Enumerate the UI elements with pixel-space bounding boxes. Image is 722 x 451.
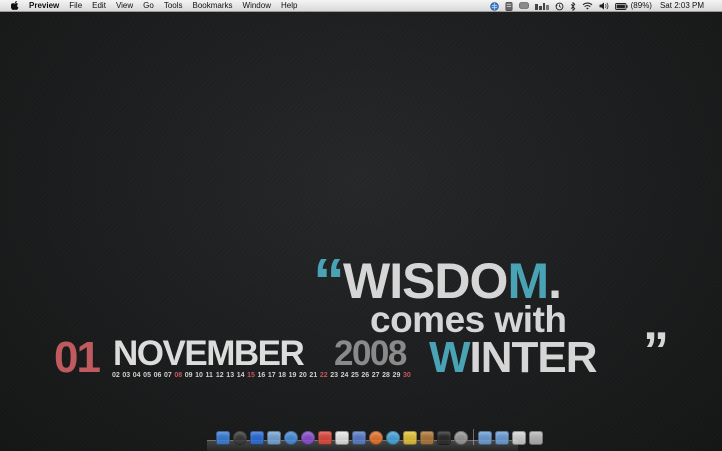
stickies-icon[interactable] xyxy=(403,431,417,445)
calendar-date: 27 xyxy=(371,372,380,379)
bluetooth-icon[interactable] xyxy=(570,0,576,12)
gmail-icon[interactable] xyxy=(318,431,332,445)
dock-separator xyxy=(473,429,474,445)
menu-bar: Preview File Edit View Go Tools Bookmark… xyxy=(0,0,722,12)
ical-icon[interactable] xyxy=(335,431,349,445)
downloads-folder-icon[interactable] xyxy=(495,431,509,445)
mail-icon[interactable] xyxy=(267,431,281,445)
menu-tools[interactable]: Tools xyxy=(164,0,183,12)
calendar-date: 15 xyxy=(247,372,255,379)
calendar-date: 06 xyxy=(153,372,162,379)
wallpaper-close-quote: ” xyxy=(643,322,669,380)
trash-icon[interactable] xyxy=(529,431,543,445)
terminal-icon[interactable] xyxy=(437,431,451,445)
calendar-date: 30 xyxy=(402,372,411,379)
dock-icons xyxy=(216,429,546,445)
menu-file[interactable]: File xyxy=(69,0,82,12)
calendar-date: 10 xyxy=(195,372,203,379)
calendar-date: 02 xyxy=(112,372,120,379)
apple-menu[interactable] xyxy=(10,1,20,10)
calendar-date: 03 xyxy=(122,372,131,379)
menu-app-name[interactable]: Preview xyxy=(29,0,59,12)
calendar-date: 28 xyxy=(382,372,390,379)
wallpaper-winter: WINTER xyxy=(429,333,598,382)
calendar-date: 23 xyxy=(330,372,338,379)
calendar-date: 14 xyxy=(236,372,245,379)
xcode-icon[interactable] xyxy=(352,431,366,445)
battery-icon[interactable] xyxy=(614,0,628,12)
app-store-icon[interactable] xyxy=(250,431,264,445)
dashboard-icon[interactable] xyxy=(233,431,247,445)
wallpaper-year: 2008 xyxy=(334,334,407,373)
calendar-date: 17 xyxy=(267,372,276,379)
desktop: Preview File Edit View Go Tools Bookmark… xyxy=(0,0,722,451)
menu-clock[interactable]: Sat 2:03 PM xyxy=(660,0,704,12)
itunes-icon[interactable] xyxy=(386,431,400,445)
menu-go[interactable]: Go xyxy=(143,0,154,12)
menu-window[interactable]: Window xyxy=(243,0,271,12)
applications-folder-icon[interactable] xyxy=(478,431,492,445)
menu-edit[interactable]: Edit xyxy=(92,0,106,12)
cpu-meter-icon[interactable] xyxy=(534,0,549,12)
calendar-date: 08 xyxy=(174,372,183,379)
calendar-date: 22 xyxy=(319,372,328,379)
wallpaper-open-quote: “ xyxy=(313,245,345,317)
time-machine-icon[interactable] xyxy=(555,0,564,12)
calendar-date: 09 xyxy=(184,372,193,379)
wallpaper-month: NOVEMBER xyxy=(113,334,305,373)
calendar-date: 26 xyxy=(361,372,370,379)
wallpaper-winter-accent: W xyxy=(429,333,471,382)
wifi-icon[interactable] xyxy=(582,0,593,12)
calendar-date: 21 xyxy=(309,372,318,379)
menu-view[interactable]: View xyxy=(116,0,133,12)
calendar-date: 25 xyxy=(350,372,359,379)
calendar-date: 12 xyxy=(215,372,224,379)
ichat-icon[interactable] xyxy=(301,431,315,445)
calendar-date: 07 xyxy=(163,372,172,379)
calendar-date: 04 xyxy=(132,372,141,379)
dock xyxy=(207,426,543,451)
battery-percentage[interactable]: (89%) xyxy=(631,0,652,12)
volume-icon[interactable] xyxy=(599,0,609,12)
photo-icon[interactable] xyxy=(420,431,434,445)
calendar-date: 18 xyxy=(278,372,287,379)
menu-help[interactable]: Help xyxy=(281,0,297,12)
system-preferences-icon[interactable] xyxy=(454,431,468,445)
finder-icon[interactable] xyxy=(216,431,230,445)
menu-bookmarks[interactable]: Bookmarks xyxy=(193,0,233,12)
wallpaper-calendar-dates: 02 03 04 05 06 07 08 09 10 11 12 13 14 15 16 17 18 19 20 21… xyxy=(112,372,413,379)
documents-stack-icon[interactable] xyxy=(512,431,526,445)
calendar-date: 16 xyxy=(257,372,266,379)
safari-icon[interactable] xyxy=(284,431,298,445)
network-globe-icon[interactable] xyxy=(489,0,499,12)
calendar-date: 13 xyxy=(226,372,235,379)
calendar-date: 24 xyxy=(340,372,349,379)
wallpaper-winter-main: INTER xyxy=(469,333,598,382)
server-icon[interactable] xyxy=(505,0,513,12)
calendar-date: 20 xyxy=(299,372,307,379)
calendar-date: 29 xyxy=(392,372,401,379)
calendar-date: 11 xyxy=(205,372,213,379)
apple-icon xyxy=(11,1,19,10)
calendar-date: 19 xyxy=(288,372,297,379)
calendar-date: 05 xyxy=(143,372,151,379)
wallpaper-day: 01 xyxy=(54,333,101,382)
menu-extras: (89%) Sat 2:03 PM xyxy=(484,0,704,12)
display-icon[interactable] xyxy=(518,0,529,12)
firefox-icon[interactable] xyxy=(369,431,383,445)
